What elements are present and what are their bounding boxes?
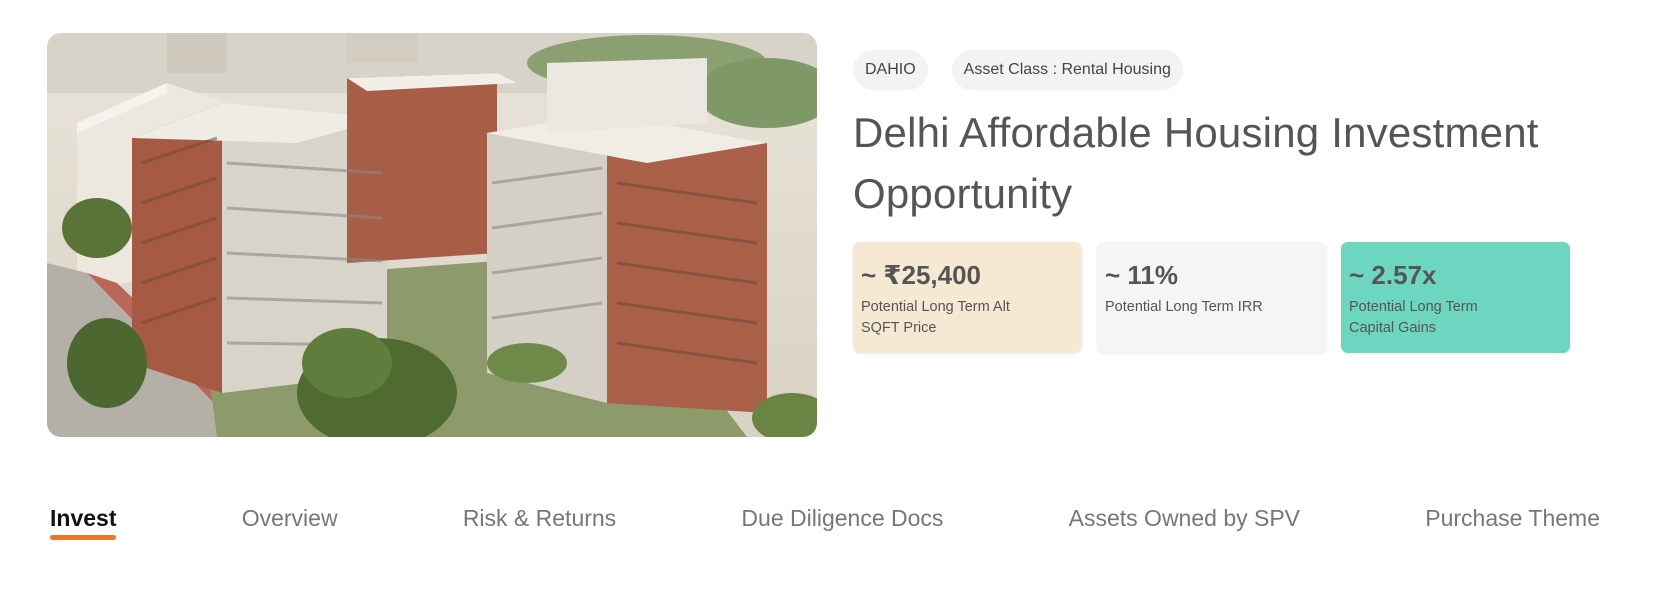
active-tab-indicator — [50, 535, 117, 540]
property-title: Delhi Affordable Housing Investment Oppo… — [853, 109, 1539, 217]
tab-label: Purchase Theme — [1425, 505, 1600, 531]
stat-card-irr: ~ 11% Potential Long Term IRR — [1097, 242, 1326, 353]
stat-card-sqft-price: ~ ₹25,400 Potential Long Term Alt SQFT P… — [853, 242, 1082, 353]
stat-value: ~ 11% — [1105, 260, 1179, 290]
tab-risk-returns[interactable]: Risk & Returns — [463, 500, 616, 540]
tab-label: Risk & Returns — [462, 505, 617, 531]
stat-label: Potential Long Term IRR — [1105, 299, 1263, 315]
tab-label: Overview — [241, 505, 338, 531]
stat-value: ~ ₹25,400 — [861, 260, 982, 290]
stat-label: Potential Long Term Capital Gains — [1349, 299, 1478, 336]
tab-overview[interactable]: Overview — [242, 500, 338, 540]
tab-label: Invest — [50, 505, 117, 531]
property-info: DAHIO Asset Class : Rental Housing Delhi… — [853, 50, 1613, 353]
property-code-tag: DAHIO — [853, 50, 928, 90]
asset-class-tag: Asset Class : Rental Housing — [951, 50, 1183, 90]
section-tabs: Invest Overview Risk & Returns Due Dilig… — [50, 500, 1600, 550]
tab-invest[interactable]: Invest — [50, 500, 117, 540]
tab-due-diligence-docs[interactable]: Due Diligence Docs — [741, 500, 943, 540]
stat-value: ~ 2.57x — [1349, 260, 1437, 290]
tab-assets-owned-by-spv[interactable]: Assets Owned by SPV — [1069, 500, 1300, 540]
property-illustration — [47, 33, 817, 437]
tab-label: Due Diligence Docs — [741, 505, 944, 531]
property-image — [47, 33, 817, 437]
tab-label: Assets Owned by SPV — [1068, 505, 1301, 531]
stat-label: Potential Long Term Alt SQFT Price — [861, 299, 1010, 336]
tab-purchase-theme[interactable]: Purchase Theme — [1425, 500, 1600, 540]
stat-card-capital-gains: ~ 2.57x Potential Long Term Capital Gain… — [1341, 242, 1570, 353]
stats-row: ~ ₹25,400 Potential Long Term Alt SQFT P… — [853, 242, 1613, 353]
tag-list: DAHIO Asset Class : Rental Housing — [853, 50, 1613, 90]
